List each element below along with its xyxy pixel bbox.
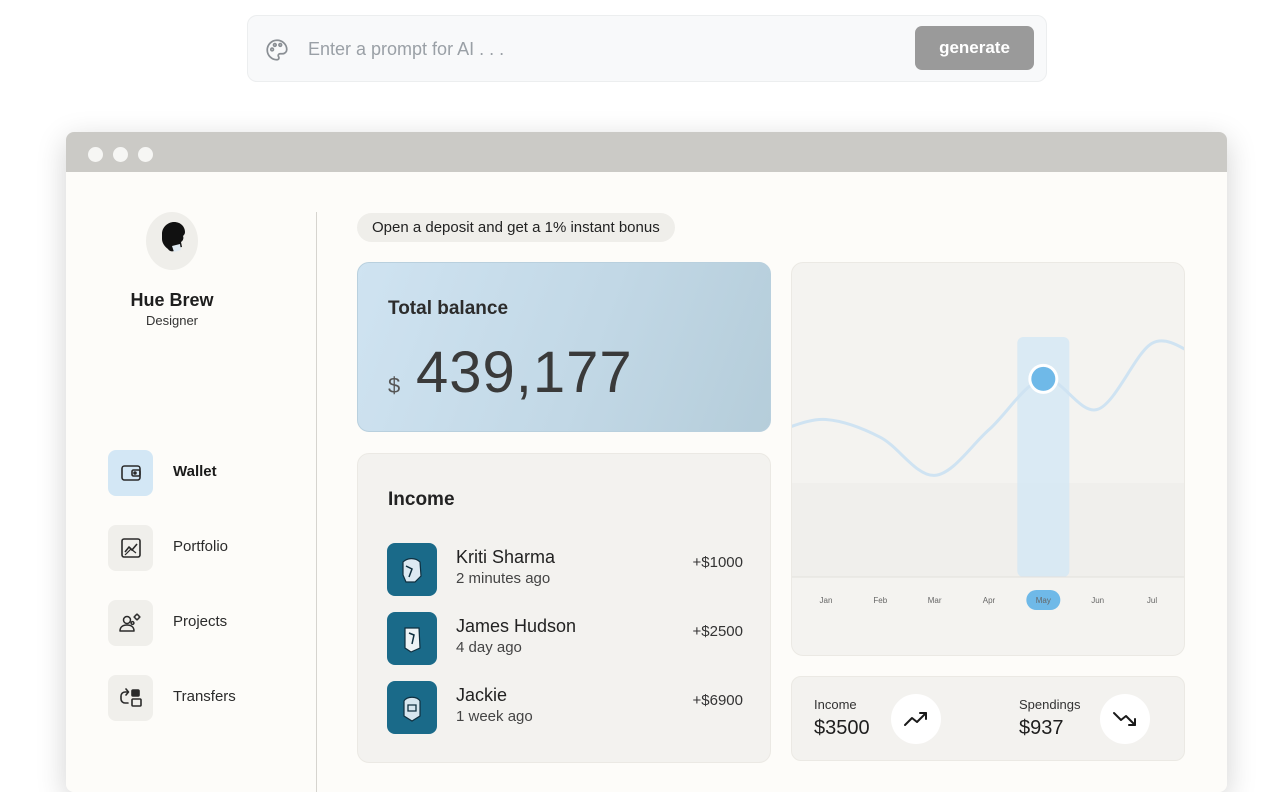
transaction-time: 2 minutes ago xyxy=(456,570,551,587)
balance-title: Total balance xyxy=(388,298,509,319)
transaction-name: Jackie xyxy=(456,685,508,705)
transaction-amount: +$6900 xyxy=(692,692,743,709)
chart-icon xyxy=(108,525,153,571)
user-gear-icon xyxy=(108,600,153,646)
balance-card: Total balance $ 439,177 xyxy=(357,262,771,432)
nav-item-portfolio[interactable]: Portfolio xyxy=(108,525,278,571)
month-tick-label: Apr xyxy=(983,596,996,605)
window-dot[interactable] xyxy=(113,147,128,162)
transfer-icon xyxy=(108,675,153,721)
nav-item-transfers[interactable]: Transfers xyxy=(108,675,278,721)
trend-up-icon[interactable] xyxy=(891,694,941,744)
nav-item-wallet[interactable]: Wallet xyxy=(108,450,278,496)
series-line xyxy=(792,339,1184,477)
chart-svg: Jan Feb Mar Apr May Jun Jul xyxy=(792,337,1184,610)
chart-lower-band xyxy=(792,483,1184,577)
palette-icon xyxy=(266,39,288,61)
sidebar-divider xyxy=(316,212,317,792)
month-tick-label: May xyxy=(1036,596,1051,605)
transaction-amount: +$2500 xyxy=(692,623,743,640)
income-stat-value: $3500 xyxy=(814,717,870,739)
avatar xyxy=(387,612,437,665)
app-content: Hue Brew Designer Wallet Portfolio Proje… xyxy=(66,172,1227,792)
data-marker xyxy=(1031,366,1056,391)
avatar xyxy=(387,543,437,596)
prompt-bar: generate xyxy=(247,15,1047,82)
avatar-illustration xyxy=(162,222,185,252)
transaction-row[interactable]: Kriti Sharma 2 minutes ago +$1000 xyxy=(387,543,743,597)
window-dot[interactable] xyxy=(138,147,153,162)
month-tick-label: Feb xyxy=(873,596,887,605)
month-tick-label: Jul xyxy=(1147,596,1157,605)
stats-card: Income $3500 Spendings $937 xyxy=(791,676,1185,761)
user-name: Hue Brew xyxy=(130,290,214,310)
transaction-time: 4 day ago xyxy=(456,639,522,656)
income-title: Income xyxy=(388,489,455,510)
transaction-amount: +$1000 xyxy=(692,554,743,571)
wallet-icon xyxy=(108,450,153,496)
transaction-name: Kriti Sharma xyxy=(456,547,556,567)
nav-label: Portfolio xyxy=(173,538,229,555)
app-window: Hue Brew Designer Wallet Portfolio Proje… xyxy=(66,132,1227,792)
balance-currency: $ xyxy=(388,373,401,398)
nav-item-projects[interactable]: Projects xyxy=(108,600,278,646)
avatar[interactable] xyxy=(146,212,198,270)
nav-label: Projects xyxy=(173,613,228,630)
trend-down-icon[interactable] xyxy=(1100,694,1150,744)
balance-chart: Jan Feb Mar Apr May Jun Jul xyxy=(791,262,1185,656)
spendings-stat-value: $937 xyxy=(1019,717,1064,739)
window-dot[interactable] xyxy=(88,147,103,162)
promo-banner[interactable]: Open a deposit and get a 1% instant bonu… xyxy=(357,213,675,242)
nav-label: Wallet xyxy=(173,463,217,480)
month-tick-label: Mar xyxy=(928,596,942,605)
transaction-time: 1 week ago xyxy=(456,708,533,725)
user-role: Designer xyxy=(145,313,199,328)
month-tick-label: Jun xyxy=(1091,596,1104,605)
month-tick-label: Jan xyxy=(820,596,833,605)
nav-label: Transfers xyxy=(173,688,236,705)
spendings-stat-label: Spendings xyxy=(1019,697,1081,712)
generate-button[interactable]: generate xyxy=(915,26,1034,70)
transaction-name: James Hudson xyxy=(456,616,577,636)
transaction-row[interactable]: James Hudson 4 day ago +$2500 xyxy=(387,612,743,666)
prompt-input[interactable] xyxy=(308,34,888,64)
income-stat-label: Income xyxy=(814,697,857,712)
income-card: Income Kriti Sharma 2 minutes ago +$1000… xyxy=(357,453,771,763)
transaction-row[interactable]: Jackie 1 week ago +$6900 xyxy=(387,681,743,735)
window-titlebar xyxy=(66,132,1227,172)
balance-amount: 439,177 xyxy=(416,340,633,405)
avatar xyxy=(387,681,437,734)
